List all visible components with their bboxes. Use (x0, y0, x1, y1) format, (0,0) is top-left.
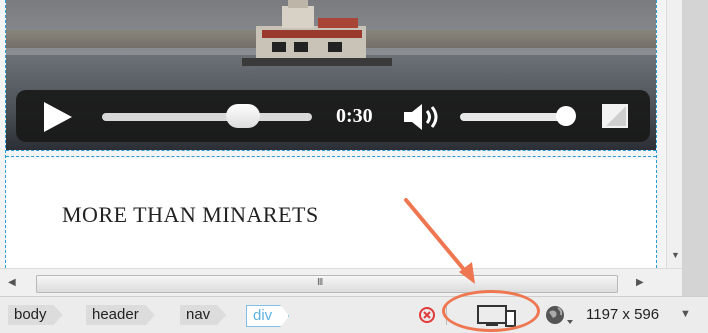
scroll-grip: III (317, 277, 323, 288)
seek-bar[interactable] (102, 113, 312, 121)
nav-guide-top (6, 156, 656, 157)
tag-selector-nav[interactable]: nav (180, 305, 226, 325)
scroll-right-arrow-icon[interactable]: ▶ (636, 277, 644, 288)
maiden-tower-image (242, 0, 392, 66)
highlight-ellipse (442, 290, 540, 332)
status-bar: body header nav div 1197 x 596 ▼ (0, 296, 708, 333)
element-guide-right (656, 0, 657, 268)
tag-selector-body[interactable]: body (8, 305, 63, 325)
page-heading: MORE THAN MINARETS (62, 202, 319, 227)
current-time: 0:30 (336, 105, 373, 127)
fullscreen-icon[interactable] (600, 102, 630, 130)
speaker-icon[interactable] (402, 102, 442, 132)
horizontal-scroll-thumb[interactable]: III (36, 275, 618, 293)
video-player[interactable]: 0:30 (6, 0, 656, 150)
globe-icon[interactable] (544, 303, 574, 327)
live-view-page: 0:30 MORE THAN MINARETS (0, 0, 666, 268)
vertical-scrollbar[interactable]: ▼ (666, 0, 683, 268)
content-section: MORE THAN MINARETS (6, 158, 656, 268)
seek-thumb[interactable] (226, 104, 260, 128)
horizontal-scrollbar[interactable]: ◀ III ▶ (0, 268, 682, 297)
error-icon[interactable] (418, 306, 436, 324)
tag-selector-div[interactable]: div (246, 305, 289, 327)
chevron-down-icon[interactable]: ▼ (680, 308, 691, 320)
scroll-down-arrow-icon[interactable]: ▼ (671, 250, 680, 260)
window-size[interactable]: 1197 x 596 (586, 306, 659, 323)
volume-thumb[interactable] (556, 106, 576, 126)
scroll-left-arrow-icon[interactable]: ◀ (8, 277, 16, 288)
right-panel-edge (682, 0, 708, 296)
tag-selector-header[interactable]: header (86, 305, 155, 325)
volume-slider[interactable] (460, 113, 570, 121)
element-guide-top (6, 150, 656, 151)
video-controls-bar: 0:30 (16, 90, 650, 142)
play-icon[interactable] (44, 102, 72, 132)
